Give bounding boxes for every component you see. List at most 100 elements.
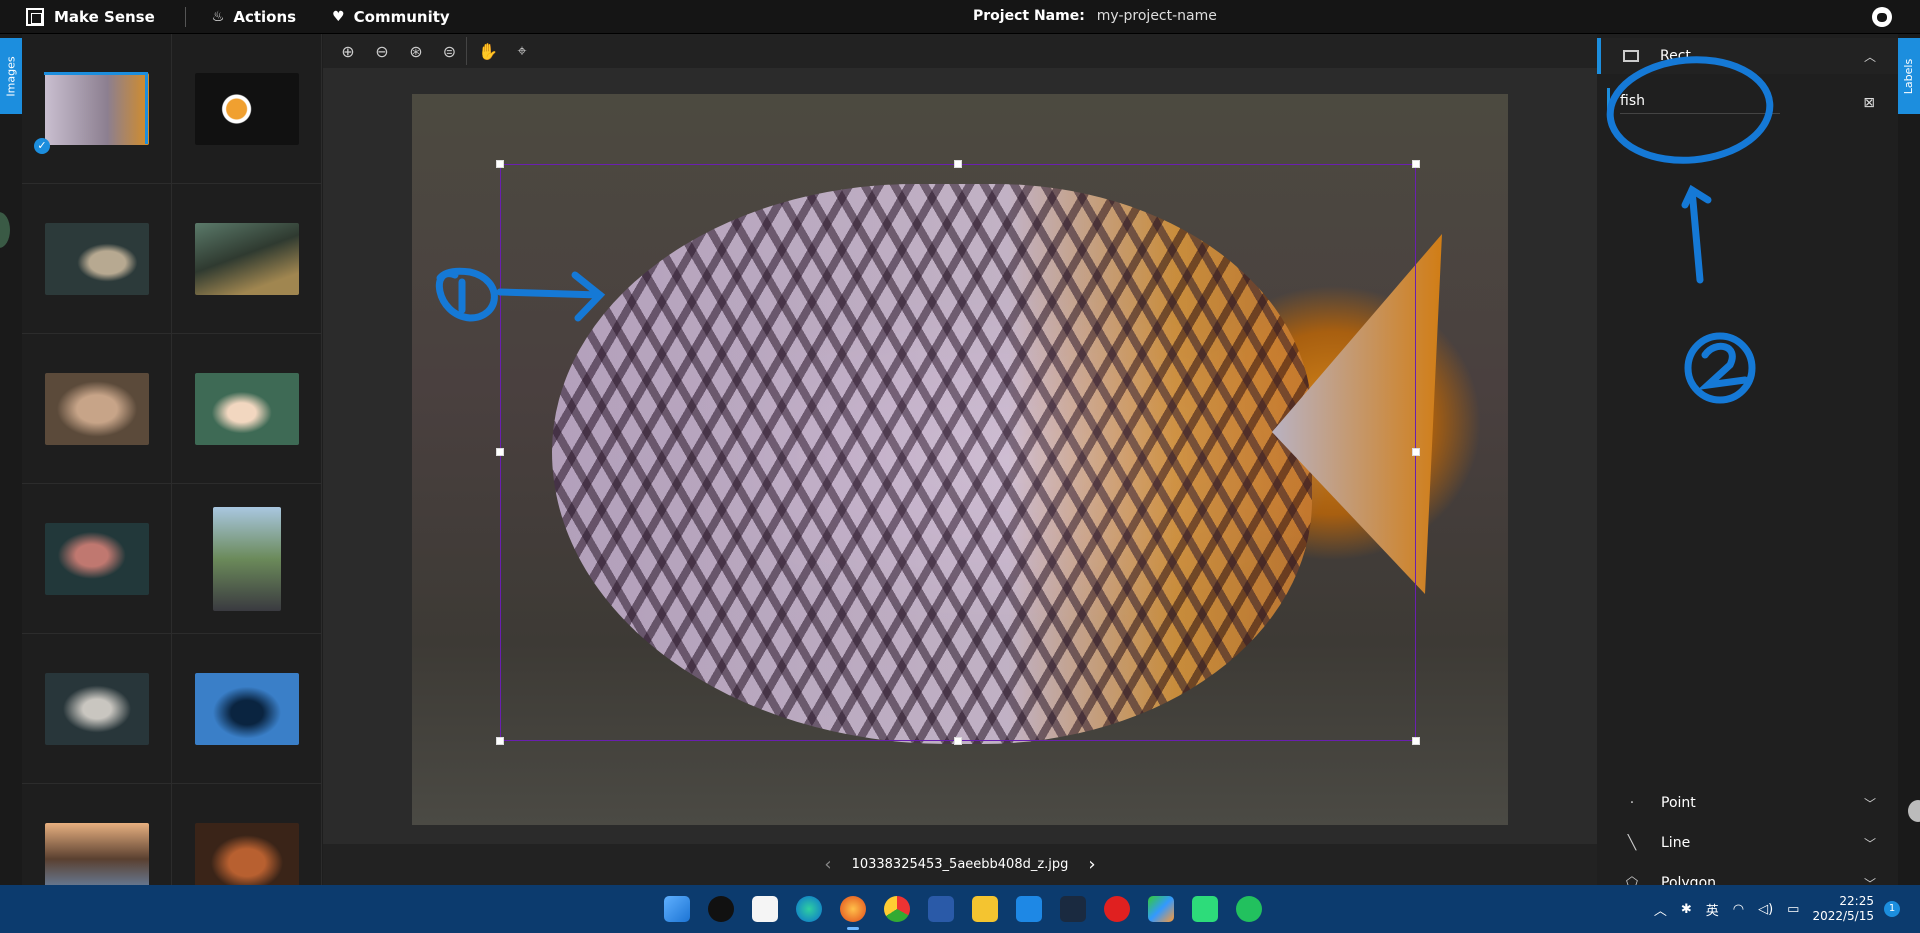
label-item[interactable]: fish ⊠ — [1607, 86, 1887, 120]
thumbnail-image — [44, 222, 149, 295]
edge-browser-icon[interactable] — [796, 896, 822, 922]
app-logo[interactable]: Make Sense — [26, 7, 155, 26]
wifi-icon[interactable]: ◠ — [1733, 902, 1744, 917]
notification-badge[interactable]: 1 — [1884, 901, 1900, 917]
powershell-icon[interactable] — [928, 896, 954, 922]
editor-toolbar: ⊕ ⊖ ⊛ ⊜ ✋ ⌖ — [323, 34, 1597, 68]
system-clock[interactable]: 22:25 2022/5/15 — [1812, 894, 1874, 924]
check-icon: ✓ — [34, 138, 50, 154]
thumbnail-item[interactable] — [172, 484, 322, 634]
thumbnail-image — [212, 506, 281, 611]
input-method-indicator[interactable]: 英 — [1706, 900, 1719, 919]
thumbnail-item[interactable] — [172, 784, 322, 885]
thumbnail-item[interactable] — [172, 34, 322, 184]
resize-handle[interactable] — [1412, 737, 1420, 745]
system-tray: ︿ ✱ 英 ◠ ◁) ▭ 22:25 2022/5/15 1 — [1647, 885, 1900, 933]
editor-workspace: ⊕ ⊖ ⊛ ⊜ ✋ ⌖ ‹ 10338325453_5aeebb408d_z.j… — [323, 34, 1597, 885]
crosshair-icon[interactable]: ⌖ — [505, 37, 539, 65]
music-app-icon[interactable] — [1104, 896, 1130, 922]
clock-date: 2022/5/15 — [1812, 909, 1874, 923]
zoom-fit-icon[interactable]: ⊛ — [399, 37, 433, 65]
right-side-strip — [1898, 34, 1920, 885]
previous-image-icon[interactable]: ‹ — [824, 854, 831, 875]
labels-panel: Rect ︿ fish ⊠ · Point ﹀ ╲ Line ﹀ ⬠ Polyg… — [1597, 34, 1898, 891]
terminal-icon[interactable] — [1060, 896, 1086, 922]
thumbnail-item[interactable] — [22, 784, 172, 885]
annotated-image[interactable] — [412, 94, 1508, 825]
bluetooth-icon[interactable]: ✱ — [1681, 902, 1692, 917]
zoom-out-icon[interactable]: ⊖ — [365, 37, 399, 65]
top-navigation-bar: Make Sense ♨ Actions ♥ Community Project… — [0, 0, 1920, 34]
pycharm-icon[interactable] — [1192, 896, 1218, 922]
selected-thumbnail-frame — [44, 72, 148, 144]
os-taskbar: ︿ ✱ 英 ◠ ◁) ▭ 22:25 2022/5/15 1 — [0, 885, 1920, 933]
community-label: Community — [353, 7, 450, 26]
thumbnail-item[interactable] — [22, 184, 172, 334]
rect-tool-header[interactable]: Rect ︿ — [1597, 38, 1898, 74]
battery-icon[interactable]: ▭ — [1787, 902, 1799, 917]
thumbnail-image — [194, 372, 299, 445]
vscode-icon[interactable] — [1016, 896, 1042, 922]
point-tool-row[interactable]: · Point ﹀ — [1597, 784, 1898, 822]
delete-label-icon[interactable]: ⊠ — [1863, 95, 1875, 111]
zoom-max-icon[interactable]: ⊜ — [433, 37, 467, 65]
rectangle-icon — [1623, 50, 1639, 62]
firefox-icon[interactable] — [840, 896, 866, 930]
project-name-input[interactable]: my-project-name — [1097, 8, 1217, 24]
volume-icon[interactable]: ◁) — [1758, 902, 1773, 917]
thumbnail-item[interactable] — [22, 634, 172, 784]
resize-handle[interactable] — [1412, 448, 1420, 456]
actions-label: Actions — [233, 7, 297, 26]
project-name-field: Project Name: my-project-name — [973, 8, 1217, 24]
thumbnail-item[interactable] — [172, 184, 322, 334]
git-client-icon[interactable] — [1148, 896, 1174, 922]
flame-icon: ♨ — [211, 8, 225, 25]
images-tab[interactable]: Images — [0, 38, 22, 114]
images-tab-label: Images — [4, 55, 18, 97]
bounding-box[interactable] — [496, 160, 1420, 745]
resize-handle[interactable] — [496, 160, 504, 168]
resize-handle[interactable] — [496, 448, 504, 456]
resize-handle[interactable] — [954, 737, 962, 745]
community-menu[interactable]: ♥ Community — [332, 8, 450, 26]
clock-time: 22:25 — [1839, 894, 1874, 908]
next-image-icon[interactable]: › — [1088, 854, 1095, 875]
thumbnail-image — [44, 822, 149, 885]
resize-handle[interactable] — [1412, 160, 1420, 168]
wechat-icon[interactable] — [1236, 896, 1262, 922]
file-explorer-icon[interactable] — [972, 896, 998, 922]
taskbar-apps — [655, 885, 1271, 933]
label-name-field[interactable]: fish — [1620, 93, 1780, 114]
zoom-in-icon[interactable]: ⊕ — [331, 37, 365, 65]
thumbnail-image — [44, 672, 149, 745]
rect-tool-label: Rect — [1660, 48, 1691, 64]
thumbnail-item[interactable] — [172, 334, 322, 484]
actions-menu[interactable]: ♨ Actions — [212, 8, 296, 26]
resize-handle[interactable] — [496, 737, 504, 745]
project-name-label: Project Name: — [973, 8, 1085, 24]
thumbnail-item[interactable] — [22, 484, 172, 634]
github-icon[interactable] — [1872, 7, 1892, 27]
resize-handle[interactable] — [954, 160, 962, 168]
windows-start-icon[interactable] — [664, 896, 690, 922]
hand-drag-icon[interactable]: ✋ — [471, 37, 505, 65]
thumbnail-item[interactable] — [172, 634, 322, 784]
chevron-up-icon[interactable]: ︿ — [1654, 900, 1667, 919]
thumbnail-image — [194, 672, 299, 745]
side-indicator — [0, 212, 10, 248]
chrome-icon[interactable] — [884, 896, 910, 922]
thumbnail-image — [194, 72, 299, 145]
labels-tab[interactable]: Labels — [1898, 38, 1920, 114]
line-tool-row[interactable]: ╲ Line ﹀ — [1597, 824, 1898, 862]
line-icon: ╲ — [1627, 835, 1637, 851]
thumbnail-image — [44, 522, 149, 595]
label-color-bar — [1607, 88, 1610, 118]
image-file-name: 10338325453_5aeebb408d_z.jpg — [851, 857, 1069, 872]
chevron-down-icon[interactable]: ﹀ — [1864, 795, 1876, 812]
heart-icon: ♥ — [332, 8, 345, 25]
settings-gear-icon[interactable] — [708, 896, 734, 922]
thumbnail-item[interactable] — [22, 334, 172, 484]
chevron-up-icon[interactable]: ︿ — [1864, 48, 1876, 65]
notepad-icon[interactable] — [752, 896, 778, 922]
chevron-down-icon[interactable]: ﹀ — [1864, 835, 1876, 852]
